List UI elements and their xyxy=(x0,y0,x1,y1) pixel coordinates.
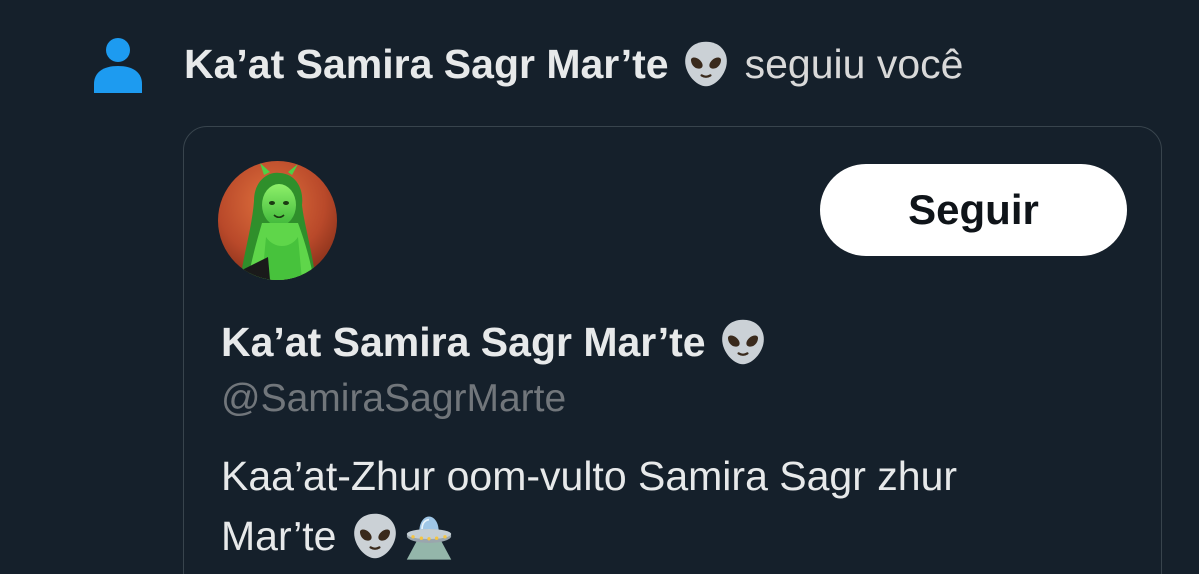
display-name-text[interactable]: Ka’at Samira Sagr Mar’te xyxy=(221,319,706,366)
profile-handle[interactable]: @SamiraSagrMarte xyxy=(221,376,566,422)
profile-display-name[interactable]: Ka’at Samira Sagr Mar’te xyxy=(221,312,772,372)
notification-action: seguiu você xyxy=(744,41,964,87)
bio-text-line-2: Mar’te xyxy=(221,513,337,559)
alien-emoji-icon xyxy=(718,317,768,367)
notification-text: Ka’at Samira Sagr Mar’te seguiu você xyxy=(184,34,963,94)
follow-button[interactable]: Seguir xyxy=(820,164,1127,256)
alien-emoji-icon xyxy=(350,511,400,561)
alien-emoji-icon xyxy=(681,39,731,89)
flying-saucer-icon xyxy=(404,511,454,561)
notification-item[interactable]: Ka’at Samira Sagr Mar’te seguiu você Seg… xyxy=(0,0,1199,574)
profile-bio: Kaa’at-Zhur oom-vulto Samira Sagr zhur M… xyxy=(221,446,1121,566)
person-icon xyxy=(94,38,142,93)
follower-name-link[interactable]: Ka’at Samira Sagr Mar’te xyxy=(184,34,669,94)
profile-avatar[interactable] xyxy=(218,161,337,280)
bio-text-line-1: Kaa’at-Zhur oom-vulto Samira Sagr zhur xyxy=(221,453,958,499)
